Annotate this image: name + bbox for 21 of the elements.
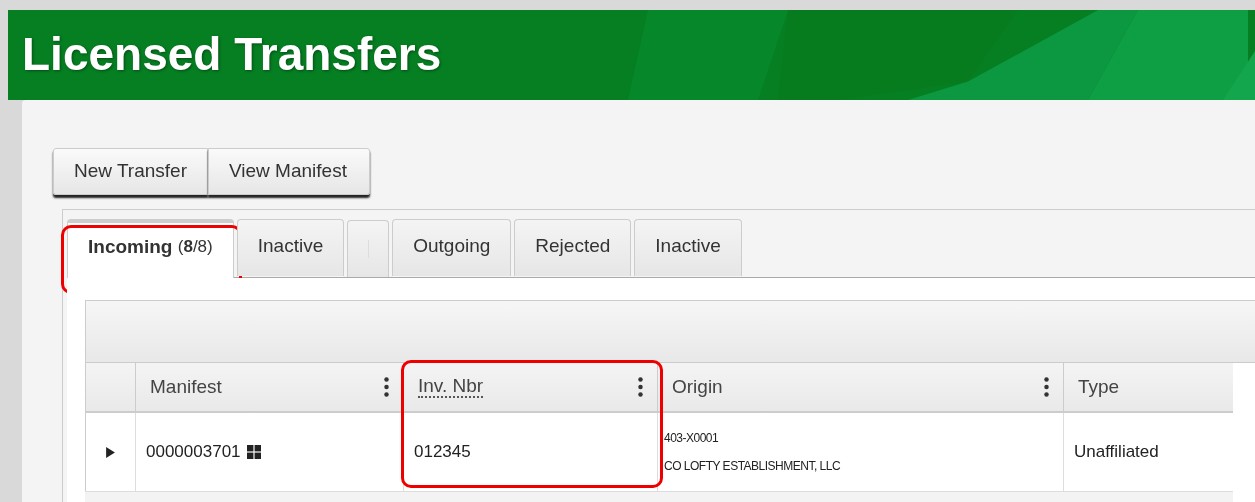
column-label[interactable]: Type bbox=[1078, 376, 1120, 398]
grid-icon[interactable] bbox=[246, 445, 261, 459]
tab[interactable]: Incoming (8/8) bbox=[67, 219, 234, 278]
page-title: Licensed Transfers bbox=[21, 27, 442, 81]
column-label[interactable]: Manifest bbox=[150, 376, 222, 398]
column-label[interactable]: Inv. Nbr bbox=[418, 375, 484, 399]
tab[interactable]: Inactive bbox=[634, 219, 742, 276]
tab[interactable]: Rejected bbox=[514, 219, 632, 276]
column-menu-icon[interactable] bbox=[384, 377, 389, 397]
facility-name: CO LOFTY ESTABLISHMENT, LLC bbox=[664, 459, 841, 473]
expand-icon[interactable] bbox=[106, 446, 115, 458]
manifest-number: 0000003701 bbox=[146, 442, 241, 462]
tab[interactable]: Inactive bbox=[236, 219, 345, 276]
toolbar-button[interactable]: View Manifest bbox=[208, 148, 370, 195]
column-menu-icon[interactable] bbox=[638, 377, 643, 397]
tab-separator bbox=[347, 220, 390, 277]
toolbar-button[interactable]: New Transfer bbox=[53, 148, 208, 195]
column-menu-icon[interactable] bbox=[1044, 377, 1049, 397]
tab[interactable]: Outgoing bbox=[392, 219, 512, 276]
license-number: 403-X0001 bbox=[664, 431, 719, 445]
column-label[interactable]: Origin bbox=[672, 376, 723, 398]
